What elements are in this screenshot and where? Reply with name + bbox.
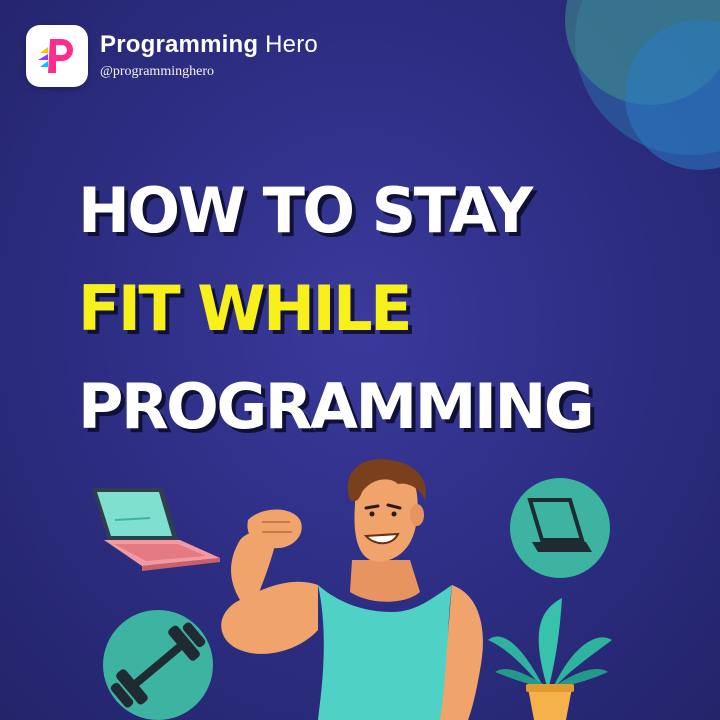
plant-icon (488, 598, 612, 720)
laptop-circle-icon (510, 478, 610, 578)
illustration (92, 459, 612, 720)
muscle-man-illustration (221, 459, 483, 720)
dumbbell-icon (103, 610, 213, 720)
laptop-icon (92, 488, 220, 571)
